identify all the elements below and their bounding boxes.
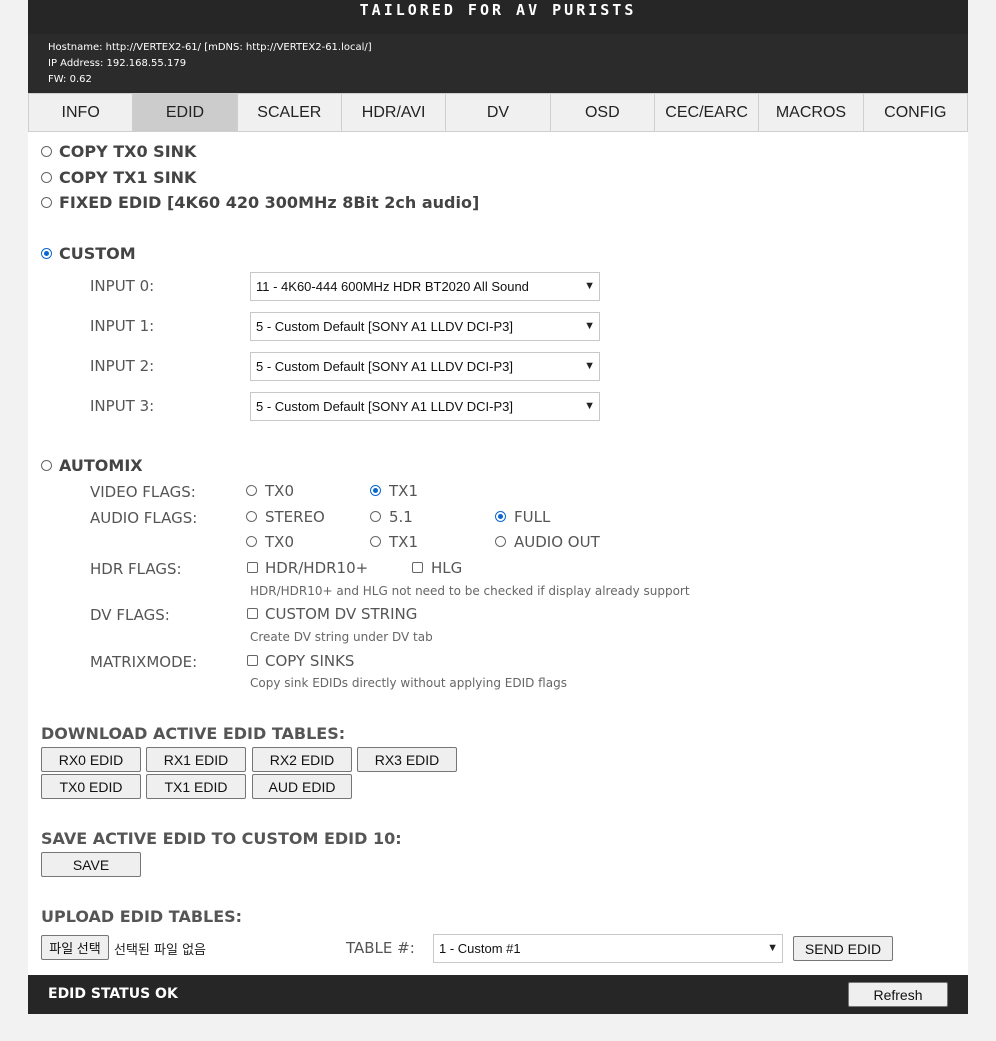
status-footer: EDID STATUS OK Refresh <box>28 975 968 1014</box>
hdr10-label: HDR/HDR10+ <box>265 559 369 577</box>
upload-heading: UPLOAD EDID TABLES: <box>41 907 243 926</box>
ip-address-text: IP Address: 192.168.55.179 <box>48 58 187 69</box>
input-2-label: INPUT 2: <box>90 357 155 375</box>
copy-tx1-radio[interactable] <box>41 172 52 183</box>
dv-hint: Create DV string under DV tab <box>250 630 433 644</box>
input-2-select[interactable]: 5 - Custom Default [SONY A1 LLDV DCI-P3]… <box>250 352 600 381</box>
video-tx0-radio[interactable] <box>246 485 257 496</box>
input-1-select[interactable]: 5 - Custom Default [SONY A1 LLDV DCI-P3]… <box>250 312 600 341</box>
hlg-checkbox[interactable] <box>412 562 423 573</box>
edid-status-text: EDID STATUS OK <box>48 986 178 1002</box>
audio-tx1-radio[interactable] <box>370 536 381 547</box>
tab-edid[interactable]: EDID <box>133 94 238 131</box>
audio-tx1-label: TX1 <box>389 533 418 551</box>
app-window: TAILORED FOR AV PURISTS Hostname: http:/… <box>28 0 968 1014</box>
rx3-edid-button[interactable]: RX3 EDID <box>357 747 457 772</box>
rx1-edid-button[interactable]: RX1 EDID <box>146 747 246 772</box>
file-status-text: 선택된 파일 없음 <box>114 943 206 958</box>
audio-stereo-label: STEREO <box>265 508 325 526</box>
chevron-down-icon: ▼ <box>584 400 595 412</box>
hlg-label: HLG <box>431 559 463 577</box>
audio-51-radio[interactable] <box>370 511 381 522</box>
input-1-label: INPUT 1: <box>90 317 155 335</box>
input-0-label: INPUT 0: <box>90 277 155 295</box>
input-3-label: INPUT 3: <box>90 397 155 415</box>
hdr10-checkbox[interactable] <box>247 562 258 573</box>
hostname-text: Hostname: http://VERTEX2-61/ [mDNS: http… <box>48 42 372 53</box>
automix-radio[interactable] <box>41 460 52 471</box>
tab-dv[interactable]: DV <box>446 94 551 131</box>
tab-scaler[interactable]: SCALER <box>238 94 342 131</box>
custom-radio[interactable] <box>41 248 52 259</box>
table-number-label: TABLE #: <box>346 939 415 957</box>
fixed-edid-radio[interactable] <box>41 197 52 208</box>
audio-full-label: FULL <box>514 508 551 526</box>
rx2-edid-button[interactable]: RX2 EDID <box>252 747 352 772</box>
hdr-flags-label: HDR FLAGS: <box>90 560 182 578</box>
dv-flags-label: DV FLAGS: <box>90 606 170 624</box>
download-heading: DOWNLOAD ACTIVE EDID TABLES: <box>41 724 346 743</box>
custom-label: CUSTOM <box>59 244 136 263</box>
chevron-down-icon: ▼ <box>767 942 778 954</box>
input-3-select[interactable]: 5 - Custom Default [SONY A1 LLDV DCI-P3]… <box>250 392 600 421</box>
tab-info[interactable]: INFO <box>28 94 134 131</box>
video-tx1-label: TX1 <box>389 482 418 500</box>
tab-hdr-avi[interactable]: HDR/AVI <box>342 94 447 131</box>
audio-tx0-radio[interactable] <box>246 536 257 547</box>
save-button[interactable]: SAVE <box>41 852 141 877</box>
tx0-edid-button[interactable]: TX0 EDID <box>41 774 141 799</box>
automix-label: AUTOMIX <box>59 456 143 475</box>
tab-osd[interactable]: OSD <box>551 94 655 131</box>
fixed-edid-label: FIXED EDID [4K60 420 300MHz 8Bit 2ch aud… <box>59 193 480 212</box>
custom-dv-checkbox[interactable] <box>247 608 258 619</box>
audio-flags-label: AUDIO FLAGS: <box>90 509 198 527</box>
firmware-text: FW: 0.62 <box>48 74 92 85</box>
audio-out-label: AUDIO OUT <box>514 533 600 551</box>
copy-sinks-label: COPY SINKS <box>265 652 355 670</box>
save-heading: SAVE ACTIVE EDID TO CUSTOM EDID 10: <box>41 829 402 848</box>
input-0-value: 11 - 4K60-444 600MHz HDR BT2020 All Soun… <box>256 279 529 294</box>
copy-sinks-checkbox[interactable] <box>247 655 258 666</box>
device-info-bar: Hostname: http://VERTEX2-61/ [mDNS: http… <box>28 34 968 93</box>
tagline: TAILORED FOR AV PURISTS <box>359 1 637 19</box>
chevron-down-icon: ▼ <box>584 360 595 372</box>
tab-bar: INFO EDID SCALER HDR/AVI DV OSD CEC/EARC… <box>28 93 968 132</box>
video-tx0-label: TX0 <box>265 482 294 500</box>
chevron-down-icon: ▼ <box>584 280 595 292</box>
tab-macros[interactable]: MACROS <box>759 94 864 131</box>
brand-bar: TAILORED FOR AV PURISTS <box>28 0 968 34</box>
hdr-hint: HDR/HDR10+ and HLG not need to be checke… <box>250 584 690 598</box>
chevron-down-icon: ▼ <box>584 320 595 332</box>
video-tx1-radio[interactable] <box>370 485 381 496</box>
matrixmode-hint: Copy sink EDIDs directly without applyin… <box>250 676 567 690</box>
tx1-edid-button[interactable]: TX1 EDID <box>146 774 246 799</box>
tab-config[interactable]: CONFIG <box>864 94 968 131</box>
copy-tx1-label: COPY TX1 SINK <box>59 168 197 187</box>
tab-cec-earc[interactable]: CEC/EARC <box>655 94 760 131</box>
audio-tx0-label: TX0 <box>265 533 294 551</box>
custom-dv-label: CUSTOM DV STRING <box>265 605 418 623</box>
audio-51-label: 5.1 <box>389 508 413 526</box>
choose-file-button[interactable]: 파일 선택 <box>41 935 109 960</box>
send-edid-button[interactable]: SEND EDID <box>793 936 893 961</box>
copy-tx0-label: COPY TX0 SINK <box>59 142 197 161</box>
table-number-value: 1 - Custom #1 <box>439 941 521 956</box>
copy-tx0-radio[interactable] <box>41 146 52 157</box>
input-3-value: 5 - Custom Default [SONY A1 LLDV DCI-P3] <box>256 399 513 414</box>
audio-full-radio[interactable] <box>495 511 506 522</box>
matrixmode-label: MATRIXMODE: <box>90 653 198 671</box>
input-1-value: 5 - Custom Default [SONY A1 LLDV DCI-P3] <box>256 319 513 334</box>
audio-out-radio[interactable] <box>495 536 506 547</box>
video-flags-label: VIDEO FLAGS: <box>90 483 196 501</box>
aud-edid-button[interactable]: AUD EDID <box>252 774 352 799</box>
input-2-value: 5 - Custom Default [SONY A1 LLDV DCI-P3] <box>256 359 513 374</box>
audio-stereo-radio[interactable] <box>246 511 257 522</box>
input-0-select[interactable]: 11 - 4K60-444 600MHz HDR BT2020 All Soun… <box>250 272 600 301</box>
table-number-select[interactable]: 1 - Custom #1 ▼ <box>433 934 783 963</box>
refresh-button[interactable]: Refresh <box>848 982 948 1007</box>
rx0-edid-button[interactable]: RX0 EDID <box>41 747 141 772</box>
